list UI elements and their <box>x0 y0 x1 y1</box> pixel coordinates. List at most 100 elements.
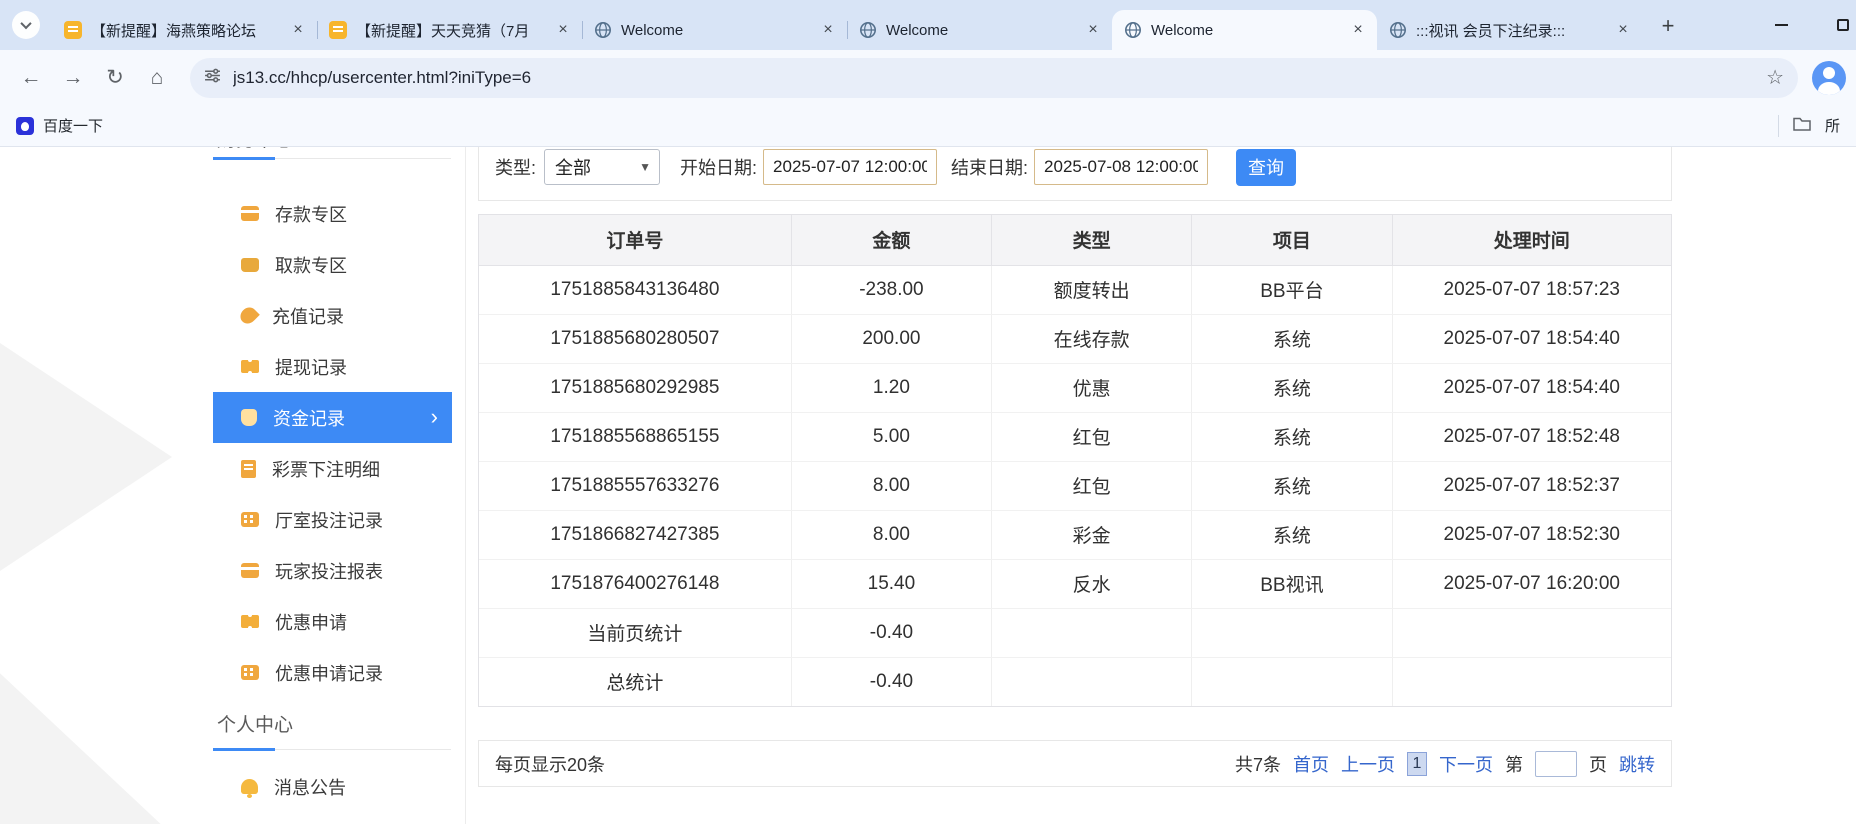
sidebar-item-withdrawal-record[interactable]: 提现记录 <box>213 341 452 392</box>
pagination-bar: 每页显示20条 共7条 首页 上一页 1 下一页 第 页 跳转 <box>478 740 1672 787</box>
table-row: 17518856802929851.20优惠系统2025-07-07 18:54… <box>479 363 1671 412</box>
sidebar-item-deposit-zone[interactable]: 存款专区 <box>213 188 452 239</box>
filter-bar: 类型: 全部 ▼ 开始日期: 结束日期: 查询 <box>478 147 1672 201</box>
start-date-label: 开始日期: <box>680 154 757 180</box>
start-date-input[interactable] <box>763 149 937 185</box>
bookmarks-right: 所 <box>1778 115 1840 137</box>
tab-close-icon[interactable]: × <box>289 21 307 39</box>
sidebar-section-personal: 个人中心 <box>213 698 451 750</box>
window-minimize-button[interactable] <box>1770 14 1792 36</box>
first-page-link[interactable]: 首页 <box>1293 751 1329 777</box>
tab-title: 【新提醒】天天竞猜（7月 <box>356 20 545 41</box>
tab-title: :::视讯 会员下注纪录::: <box>1416 20 1605 41</box>
current-page-indicator[interactable]: 1 <box>1407 752 1427 776</box>
search-button[interactable]: 查询 <box>1236 149 1296 186</box>
decorative-triangle <box>0 639 166 824</box>
bookmarks-bar: 百度一下 所 <box>0 105 1856 147</box>
browser-tab-6[interactable]: :::视讯 会员下注纪录::: × <box>1377 10 1642 50</box>
tab-title: 【新提醒】海燕策略论坛 <box>91 20 280 41</box>
prev-page-link[interactable]: 上一页 <box>1341 751 1395 777</box>
page-size-text: 每页显示20条 <box>495 751 605 777</box>
next-page-link[interactable]: 下一页 <box>1439 751 1493 777</box>
records-table: 订单号 金额 类型 项目 处理时间 1751885843136480-238.0… <box>479 215 1671 706</box>
deposit-card-icon <box>241 206 259 221</box>
jump-link[interactable]: 跳转 <box>1619 751 1655 777</box>
table-row-grand-total: 总统计-0.40 <box>479 657 1671 706</box>
sidebar-item-lottery-bet-detail[interactable]: 彩票下注明细 <box>213 443 452 494</box>
type-select-value: 全部 <box>555 154 591 180</box>
tab-close-icon[interactable]: × <box>1614 21 1632 39</box>
bookmark-star-icon[interactable]: ☆ <box>1766 65 1784 90</box>
table-row: 175187640027614815.40反水BB视讯2025-07-07 16… <box>479 559 1671 608</box>
tab-close-icon[interactable]: × <box>1084 21 1102 39</box>
table-row: 17518668274273858.00彩金系统2025-07-07 18:52… <box>479 510 1671 559</box>
sidebar-item-recharge-record[interactable]: 充值记录 <box>213 290 452 341</box>
table-row: 17518855688651555.00红包系统2025-07-07 18:52… <box>479 412 1671 461</box>
url-text[interactable]: js13.cc/hhcp/usercenter.html?iniType=6 <box>233 68 1754 88</box>
sidebar-item-promo-apply-record[interactable]: 优惠申请记录 <box>213 647 452 698</box>
withdraw-money-icon <box>241 258 259 272</box>
hall-bet-record-icon <box>241 512 259 527</box>
records-table-container: 订单号 金额 类型 项目 处理时间 1751885843136480-238.0… <box>478 214 1672 707</box>
table-row: 1751885680280507200.00在线存款系统2025-07-07 1… <box>479 314 1671 363</box>
browser-tab-3[interactable]: Welcome × <box>582 10 847 50</box>
address-bar[interactable]: js13.cc/hhcp/usercenter.html?iniType=6 ☆ <box>190 58 1798 98</box>
funds-record-icon <box>241 409 257 426</box>
browser-tab-4[interactable]: Welcome × <box>847 10 1112 50</box>
forward-button[interactable]: → <box>54 59 92 97</box>
end-date-label: 结束日期: <box>951 154 1028 180</box>
page-number-input[interactable] <box>1535 751 1577 777</box>
divider <box>1778 115 1779 137</box>
home-button[interactable]: ⌂ <box>138 59 176 97</box>
web-page: 财务中心 存款专区 取款专区 充值记录 提现记录 <box>0 147 1856 824</box>
new-tab-button[interactable]: + <box>1655 13 1681 39</box>
sidebar-item-hall-bet-record[interactable]: 厅室投注记录 <box>213 494 452 545</box>
globe-icon <box>1124 21 1142 39</box>
tab-title: Welcome <box>1151 22 1340 39</box>
col-project: 项目 <box>1192 215 1392 265</box>
profile-avatar[interactable] <box>1812 61 1846 95</box>
tab-close-icon[interactable]: × <box>819 21 837 39</box>
site-settings-icon[interactable] <box>204 67 221 89</box>
sidebar-menu-finance: 存款专区 取款专区 充值记录 提现记录 资金记录 <box>213 188 465 698</box>
browser-window: 【新提醒】海燕策略论坛 × 【新提醒】天天竞猜（7月 × Welcome × W… <box>0 0 1856 824</box>
promo-apply-icon <box>241 615 259 628</box>
bell-icon <box>241 779 258 794</box>
tab-strip: 【新提醒】海燕策略论坛 × 【新提醒】天天竞猜（7月 × Welcome × W… <box>52 10 1642 50</box>
browser-tab-2[interactable]: 【新提醒】天天竞猜（7月 × <box>317 10 582 50</box>
col-type: 类型 <box>992 215 1192 265</box>
type-select[interactable]: 全部 ▼ <box>544 149 660 185</box>
sidebar-item-player-bet-report[interactable]: 玩家投注报表 <box>213 545 452 596</box>
sidebar: 财务中心 存款专区 取款专区 充值记录 提现记录 <box>213 147 466 824</box>
sidebar-item-funds-record[interactable]: 资金记录 <box>213 392 452 443</box>
window-maximize-button[interactable] <box>1832 14 1854 36</box>
chevron-down-icon: ▼ <box>639 160 651 174</box>
all-bookmarks-label[interactable]: 所 <box>1825 115 1840 136</box>
globe-icon <box>859 21 877 39</box>
sidebar-menu-personal: 消息公告 <box>213 761 465 824</box>
baidu-favicon <box>16 117 34 135</box>
sidebar-item-withdraw-zone[interactable]: 取款专区 <box>213 239 452 290</box>
sidebar-item-promo-apply[interactable]: 优惠申请 <box>213 596 452 647</box>
bookmark-baidu[interactable]: 百度一下 <box>16 115 103 136</box>
tab-close-icon[interactable]: × <box>554 21 572 39</box>
total-count-text: 共7条 <box>1235 751 1281 777</box>
browser-toolbar: ← → ↻ ⌂ js13.cc/hhcp/usercenter.html?ini… <box>0 50 1856 105</box>
browser-tab-1[interactable]: 【新提醒】海燕策略论坛 × <box>52 10 317 50</box>
browser-tab-5-active[interactable]: Welcome × <box>1112 10 1377 50</box>
tab-close-icon[interactable]: × <box>1349 21 1367 39</box>
refresh-button[interactable]: ↻ <box>96 59 134 97</box>
back-button[interactable]: ← <box>12 59 50 97</box>
table-header-row: 订单号 金额 类型 项目 处理时间 <box>479 215 1671 265</box>
folder-icon[interactable] <box>1793 116 1811 136</box>
chevron-down-icon <box>20 18 31 29</box>
col-amount: 金额 <box>791 215 991 265</box>
doc-icon <box>329 21 347 39</box>
sidebar-section-finance: 财务中心 <box>213 147 451 159</box>
tab-search-button[interactable] <box>12 11 40 39</box>
end-date-input[interactable] <box>1034 149 1208 185</box>
sidebar-item-messages[interactable]: 消息公告 <box>213 761 452 812</box>
lottery-bet-detail-icon <box>241 460 256 478</box>
sidebar-item-partial[interactable] <box>213 812 452 824</box>
withdrawal-record-icon <box>241 360 259 373</box>
